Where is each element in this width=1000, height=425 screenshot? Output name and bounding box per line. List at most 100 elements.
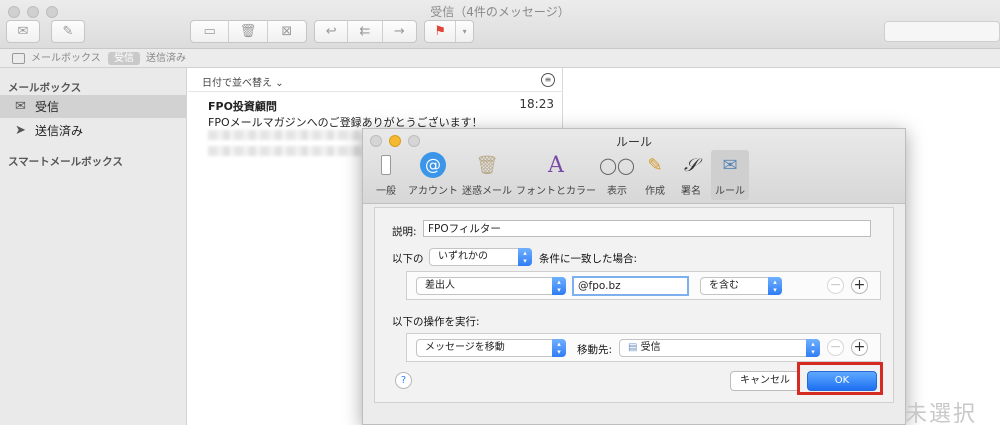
sidebar-item-label: 送信済み: [35, 124, 84, 138]
flag-button[interactable]: ⚑ ▾: [424, 20, 474, 43]
tab-signatures[interactable]: 𝒮 署名: [673, 150, 709, 200]
chevron-down-icon: ⌄: [275, 78, 284, 89]
message-sender: FPO投資顧問: [208, 100, 277, 113]
tab-viewing[interactable]: ◯◯ 表示: [599, 150, 635, 200]
chevron-down-icon[interactable]: ▾: [456, 21, 473, 42]
favorites-mailboxes[interactable]: メールボックス: [31, 52, 101, 65]
sort-menu[interactable]: 日付で並べ替え ⌄: [202, 74, 284, 89]
tab-rules[interactable]: ✉ ルール: [711, 150, 749, 200]
envelope-icon: ✉: [17, 24, 29, 39]
window-title: 受信（4件のメッセージ）: [430, 5, 570, 19]
sidebar-item-label: 受信: [35, 100, 60, 114]
help-button[interactable]: ?: [395, 372, 412, 389]
tab-accounts[interactable]: @ アカウント: [405, 150, 461, 200]
favorites-bar: メールボックス 受信 送信済み: [0, 49, 1000, 68]
action-row: メッセージを移動 ▴ ▾ 移動先: ▤ 受信 ▴ ▾ − +: [406, 333, 881, 362]
preferences-toolbar: ルール 一般 @ アカウント 🗑 迷惑メール A フォントとカラー ◯◯ 表示 …: [363, 129, 905, 204]
reply-forward-group: ↩ ⇇ →: [314, 20, 417, 43]
favorites-inbox[interactable]: 受信: [108, 52, 140, 65]
description-field[interactable]: FPOフィルター: [423, 220, 871, 237]
glasses-icon: ◯◯: [599, 155, 635, 175]
favorites-sent[interactable]: 送信済み: [146, 52, 186, 65]
chevron-updown-icon: ▴ ▾: [552, 277, 566, 295]
condition-suffix-label: 条件に一致した場合:: [539, 253, 638, 265]
remove-action-button[interactable]: −: [827, 339, 844, 356]
tab-label: 表示: [607, 186, 627, 197]
sidebar: メールボックス ✉ 受信 ➤ 送信済み スマートメールボックス: [0, 68, 187, 425]
tab-label: アカウント: [408, 186, 458, 197]
chevron-updown-icon: ▴ ▾: [806, 339, 820, 357]
junk-trash-icon: 🗑: [475, 154, 499, 176]
search-input[interactable]: [884, 21, 1000, 42]
condition-field-value: 差出人: [425, 280, 455, 291]
mailbox-icon: ▤: [628, 342, 641, 353]
chevron-updown-icon: ▴ ▾: [768, 277, 782, 295]
rules-envelope-icon: ✉: [722, 154, 738, 176]
action-type-value: メッセージを移動: [425, 342, 505, 353]
add-action-button[interactable]: +: [851, 339, 868, 356]
description-label: 説明:: [392, 226, 417, 238]
tab-fonts-colors[interactable]: A フォントとカラー: [515, 150, 597, 200]
smart-mailboxes-header: スマートメールボックス: [8, 156, 123, 168]
condition-row: 差出人 ▴ ▾ @fpo.bz を含む ▴ ▾ − +: [406, 271, 881, 300]
switch-icon: [371, 150, 401, 180]
get-mail-button[interactable]: ✉: [6, 20, 40, 43]
compose-icon: ✎: [62, 24, 74, 39]
flag-icon: ⚑: [425, 21, 457, 42]
condition-mode-value: いずれかの: [438, 251, 488, 262]
sidebar-item-inbox[interactable]: ✉ 受信: [0, 95, 186, 118]
junk-button[interactable]: ⊠: [268, 21, 306, 42]
move-target-label: 移動先:: [577, 344, 613, 356]
font-color-icon: A: [548, 152, 564, 178]
delete-button[interactable]: 🗑: [229, 21, 268, 42]
add-condition-button[interactable]: +: [851, 277, 868, 294]
ok-button-highlight: [797, 362, 883, 395]
condition-mode-select[interactable]: いずれかの ▴ ▾: [429, 248, 532, 266]
tab-label: ルール: [715, 186, 745, 197]
inbox-tray-icon: ✉: [15, 99, 26, 114]
reply-button[interactable]: ↩: [315, 21, 349, 42]
reply-all-arrow-icon: ⇇: [359, 24, 371, 39]
compose-button[interactable]: ✎: [51, 20, 85, 43]
move-target-select[interactable]: ▤ 受信 ▴ ▾: [619, 339, 820, 357]
tab-composing[interactable]: ✎ 作成: [637, 150, 673, 200]
tab-label: フォントとカラー: [516, 186, 596, 197]
reply-all-button[interactable]: ⇇: [348, 21, 383, 42]
sort-label: 日付で並べ替え: [202, 78, 272, 89]
sidebar-header: メールボックス: [8, 82, 82, 94]
action-label: 以下の操作を実行:: [392, 316, 480, 328]
tab-label: 作成: [645, 186, 665, 197]
archive-delete-junk-group: ▭ 🗑 ⊠: [190, 20, 307, 43]
sidebar-toggle-icon[interactable]: [12, 53, 25, 64]
action-type-select[interactable]: メッセージを移動 ▴ ▾: [416, 339, 566, 357]
cancel-button[interactable]: キャンセル: [730, 371, 800, 391]
tab-label: 迷惑メール: [462, 186, 512, 197]
junk-icon: ⊠: [281, 24, 293, 39]
tab-label: 署名: [681, 186, 701, 197]
condition-field-select[interactable]: 差出人 ▴ ▾: [416, 277, 566, 295]
move-target-value: 受信: [640, 342, 661, 353]
message-time: 18:23: [519, 97, 554, 111]
window-toolbar: 受信（4件のメッセージ） ✉ ✎ ▭ 🗑 ⊠ ↩ ⇇ → ⚑ ▾: [0, 0, 1000, 49]
condition-operator-value: を含む: [709, 280, 739, 291]
pencil-icon: ✎: [647, 154, 663, 176]
condition-operator-select[interactable]: を含む ▴ ▾: [700, 277, 782, 295]
watermark-text: 未選択: [905, 402, 978, 425]
chevron-updown-icon: ▴ ▾: [518, 248, 532, 266]
tab-general[interactable]: 一般: [367, 150, 405, 200]
signature-icon: 𝒮: [684, 154, 698, 176]
condition-prefix-label: 以下の: [392, 253, 424, 265]
filter-icon[interactable]: ≡: [541, 73, 555, 87]
tab-junk[interactable]: 🗑 迷惑メール: [461, 150, 513, 200]
sidebar-item-sent[interactable]: ➤ 送信済み: [0, 119, 186, 142]
forward-arrow-icon: →: [393, 24, 405, 39]
condition-value-field[interactable]: @fpo.bz: [572, 276, 689, 296]
archive-button[interactable]: ▭: [191, 21, 230, 42]
sort-bar: 日付で並べ替え ⌄ ≡: [188, 68, 563, 92]
chevron-updown-icon: ▴ ▾: [552, 339, 566, 357]
forward-button[interactable]: →: [383, 21, 416, 42]
tab-label: 一般: [376, 186, 396, 197]
paper-plane-icon: ➤: [15, 123, 26, 138]
trash-icon: 🗑: [239, 24, 257, 39]
remove-condition-button[interactable]: −: [827, 277, 844, 294]
